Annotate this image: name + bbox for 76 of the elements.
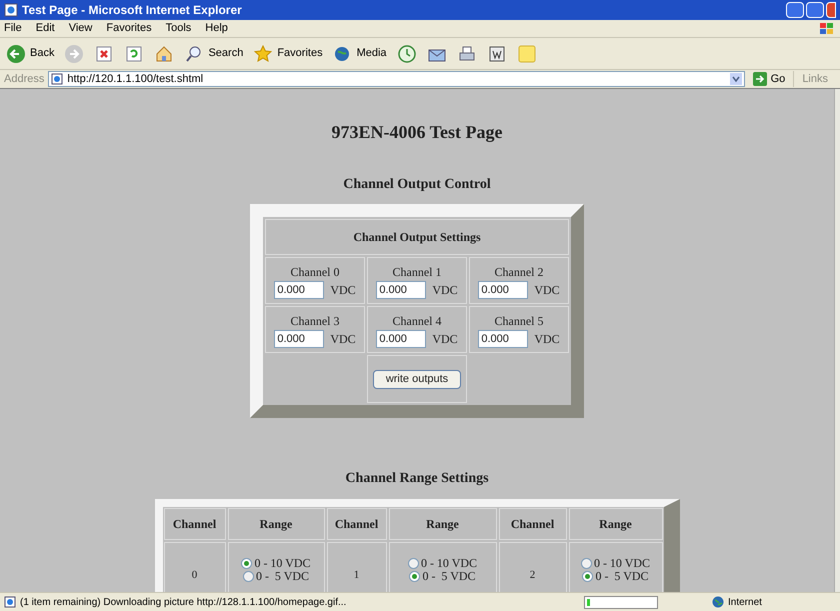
column-header: Channel — [498, 508, 566, 540]
unit-label: VDC — [432, 330, 458, 348]
star-icon — [253, 44, 274, 64]
page-heading: 973EN-4006 Test Page — [332, 121, 502, 144]
stop-icon — [94, 44, 114, 64]
channel-label: Channel 1 — [392, 264, 442, 280]
media-button[interactable]: Media — [330, 40, 389, 66]
channel-number: 2 — [498, 542, 566, 592]
column-header: Range — [228, 508, 324, 540]
radio-button[interactable] — [408, 558, 419, 569]
address-label: Address — [4, 72, 44, 87]
document-icon — [486, 44, 507, 64]
house-icon — [154, 44, 174, 64]
radio-button[interactable] — [241, 558, 252, 569]
unit-label: VDC — [534, 330, 560, 348]
column-header: Range — [388, 508, 496, 540]
unit-label: VDC — [330, 330, 356, 348]
channel-number: 0 — [164, 542, 226, 592]
radio-button[interactable] — [242, 571, 254, 582]
range-option[interactable]: 0 - 5 VDC — [242, 570, 310, 583]
radio-button[interactable] — [582, 571, 594, 582]
go-button[interactable]: Go — [748, 70, 790, 88]
unit-label: VDC — [432, 282, 458, 298]
range-option[interactable]: 0 - 10 VDC — [580, 557, 650, 570]
status-text: (1 item remaining) Downloading picture http://128.1.1.100/homepage.gif... — [20, 596, 348, 610]
note-icon — [516, 44, 537, 64]
channel-label: Channel 2 — [494, 264, 544, 280]
dropdown-icon[interactable] — [730, 73, 742, 85]
voltage-field[interactable]: 0.000 — [376, 280, 426, 298]
channel-number: 1 — [326, 542, 386, 592]
clock-icon — [396, 44, 417, 64]
column-header: Range — [568, 508, 662, 540]
channel-label: Channel 0 — [290, 264, 340, 280]
column-header: Channel — [326, 508, 386, 540]
page-icon — [4, 596, 16, 608]
channel-label: Channel 3 — [290, 312, 340, 330]
range-option[interactable]: 0 - 10 VDC — [408, 557, 478, 570]
range-option[interactable]: 0 - 10 VDC — [241, 557, 311, 570]
unit-label: VDC — [330, 282, 356, 298]
voltage-field[interactable]: 0.000 — [478, 280, 528, 298]
range-option[interactable]: 0 - 5 VDC — [409, 570, 476, 583]
zone-label: Internet — [728, 596, 762, 610]
page-icon — [51, 73, 64, 85]
voltage-field[interactable]: 0.000 — [274, 330, 324, 348]
address-field[interactable]: http://120.1.1.100/test.shtml — [48, 71, 745, 87]
menu-item[interactable]: File — [4, 20, 22, 37]
menu-item[interactable]: View — [68, 20, 92, 37]
range-option[interactable]: 0 - 5 VDC — [582, 570, 649, 583]
menu-item[interactable]: Tools — [166, 20, 192, 37]
section-title: Channel Range Settings — [345, 470, 489, 488]
section-title: Channel Output Control — [343, 176, 491, 194]
menu-item[interactable]: Help — [205, 20, 228, 37]
window-title: Test Page - Microsoft Internet Explorer — [22, 2, 242, 19]
url-text: http://120.1.1.100/test.shtml — [67, 72, 204, 87]
radio-button[interactable] — [409, 571, 420, 582]
voltage-field[interactable]: 0.000 — [478, 330, 528, 348]
refresh-icon — [124, 44, 144, 64]
favorites-button[interactable]: Favorites — [251, 40, 325, 66]
globe-icon — [712, 596, 724, 608]
table-title: Channel Output Settings — [265, 219, 569, 255]
search-button[interactable]: Search — [182, 40, 246, 66]
menu-item[interactable]: Favorites — [106, 20, 152, 37]
back-button[interactable]: Back — [4, 40, 56, 66]
unit-label: VDC — [534, 282, 560, 298]
page-icon — [4, 3, 18, 17]
arrow-icon — [752, 72, 767, 86]
channel-label: Channel 5 — [494, 312, 544, 330]
printer-icon — [456, 44, 477, 64]
voltage-field[interactable]: 0.000 — [376, 330, 426, 348]
write-outputs-button[interactable]: write outputs — [372, 370, 462, 388]
radio-button[interactable] — [580, 558, 592, 569]
column-header: Channel — [164, 508, 226, 540]
scrollbar[interactable] — [834, 89, 840, 592]
voltage-field[interactable]: 0.000 — [274, 280, 324, 298]
channel-label: Channel 4 — [392, 312, 442, 330]
menu-item[interactable]: Edit — [36, 20, 55, 37]
